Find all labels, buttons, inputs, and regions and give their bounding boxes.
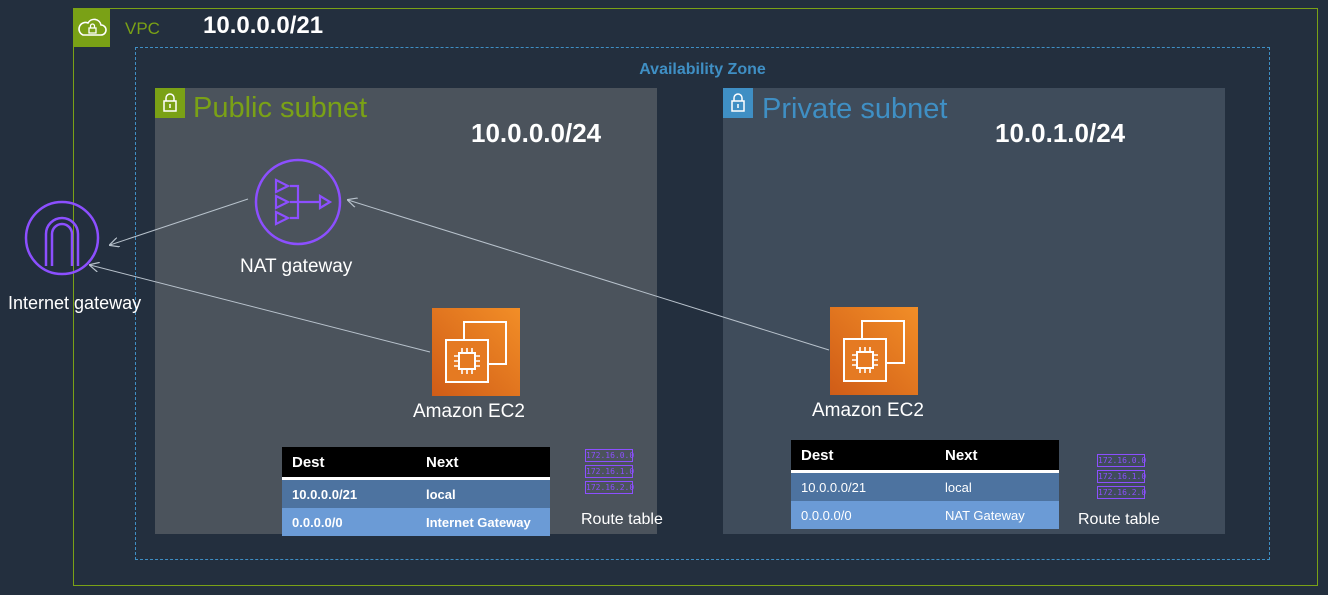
route-next-cell: local (416, 478, 550, 508)
table-row: 10.0.0.0/21 local (791, 471, 1059, 501)
table-row: 10.0.0.0/21 local (282, 478, 550, 508)
route-dest-cell: 10.0.0.0/21 (282, 478, 416, 508)
route-table-header-next: Next (935, 440, 1059, 473)
public-route-table: Dest Next 10.0.0.0/21 local 0.0.0.0/0 In… (282, 447, 550, 536)
private-ec2-icon (830, 307, 918, 395)
route-table-header-next: Next (416, 447, 550, 480)
route-dest-cell: 10.0.0.0/21 (791, 471, 935, 501)
route-next-cell: NAT Gateway (935, 501, 1059, 529)
public-route-table-icon: 172.16.0.0 172.16.1.0 172.16.2.0 (585, 449, 635, 494)
private-ec2-to-nat-arrow (348, 200, 830, 351)
public-route-table-label: Route table (581, 511, 663, 528)
internet-gateway-label: Internet gateway (8, 293, 142, 313)
private-ec2-label: Amazon EC2 (812, 400, 924, 421)
public-ec2-label: Amazon EC2 (413, 401, 525, 422)
private-route-table-icon: 172.16.0.0 172.16.1.0 172.16.2.0 (1097, 454, 1147, 499)
nat-gateway-icon (252, 158, 344, 250)
connector-arrows (0, 0, 830, 353)
route-dest-cell: 0.0.0.0/0 (282, 508, 416, 536)
table-row: 0.0.0.0/0 NAT Gateway (791, 501, 1059, 529)
route-next-cell: Internet Gateway (416, 508, 550, 536)
internet-gateway-icon (24, 200, 104, 280)
route-table-header-dest: Dest (791, 440, 935, 473)
nat-gateway-label: NAT gateway (240, 256, 353, 277)
private-route-table-label: Route table (1078, 511, 1160, 528)
nat-to-igw-arrow (110, 198, 249, 245)
route-next-cell: local (935, 471, 1059, 501)
public-ec2-icon (432, 308, 520, 396)
private-route-table: Dest Next 10.0.0.0/21 local 0.0.0.0/0 NA… (791, 440, 1059, 529)
route-table-header-dest: Dest (282, 447, 416, 480)
table-row: 0.0.0.0/0 Internet Gateway (282, 508, 550, 536)
route-dest-cell: 0.0.0.0/0 (791, 501, 935, 529)
